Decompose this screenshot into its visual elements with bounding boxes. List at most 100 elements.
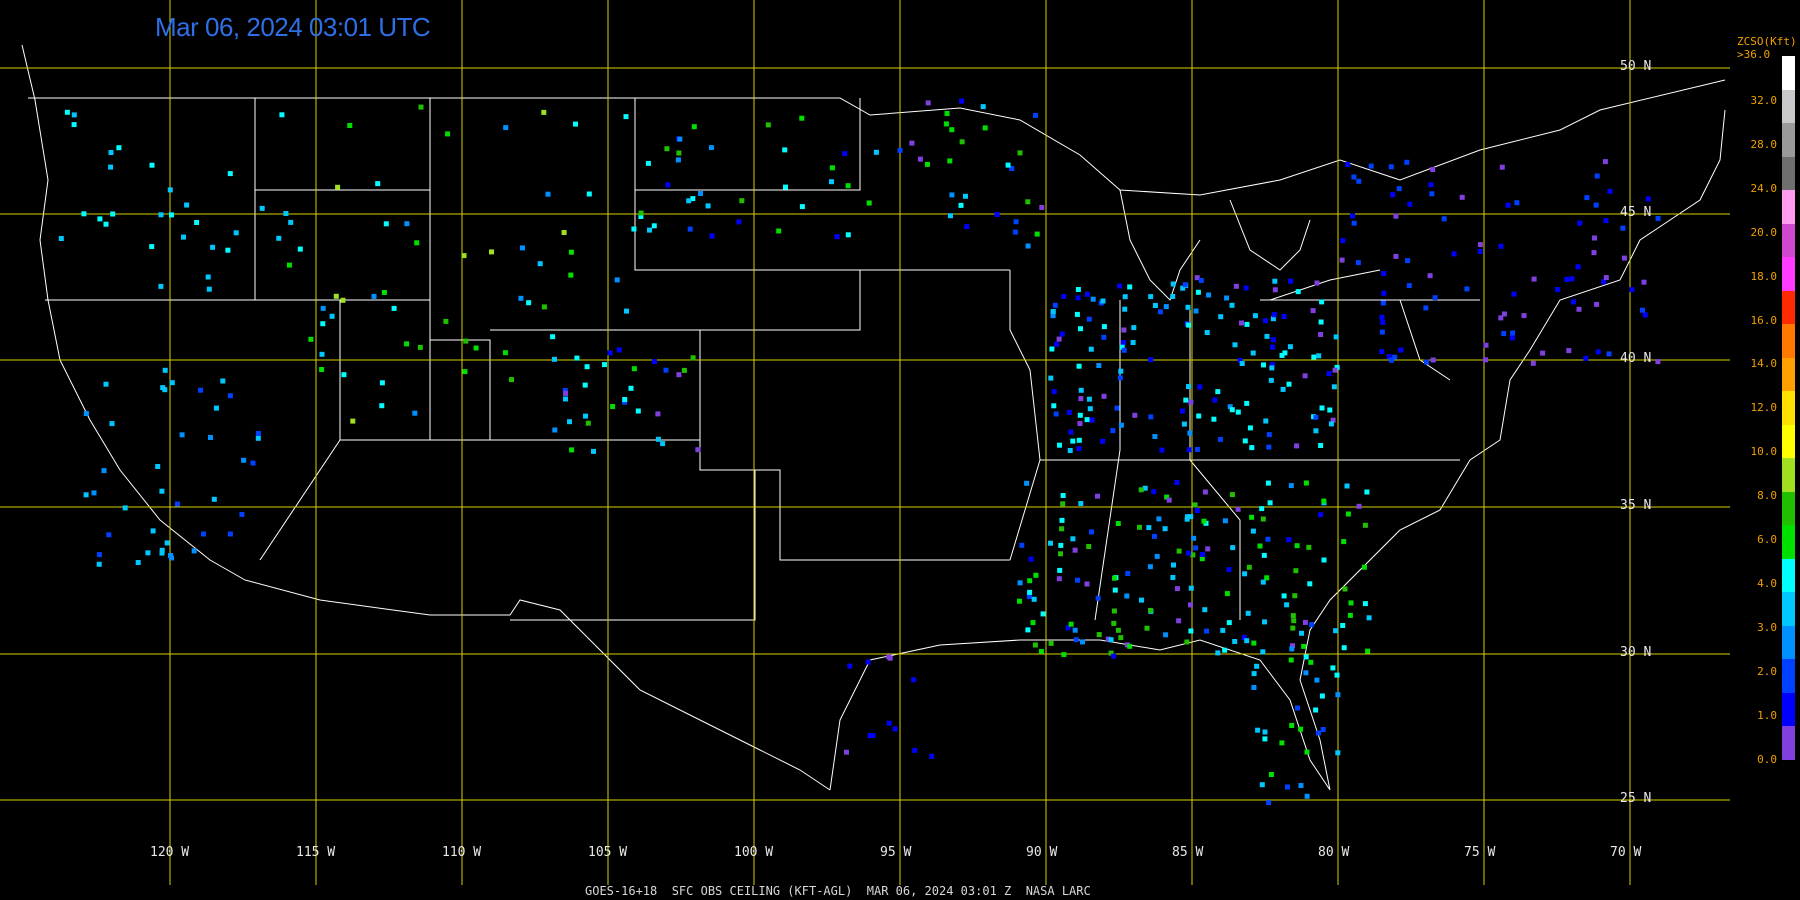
station-marker xyxy=(1117,283,1123,289)
station-marker xyxy=(1362,522,1368,528)
station-marker xyxy=(169,380,175,386)
station-marker xyxy=(1407,201,1413,207)
station-marker xyxy=(1505,202,1511,208)
station-observations xyxy=(58,98,1661,806)
station-marker xyxy=(1266,800,1272,806)
station-marker xyxy=(698,191,703,196)
station-marker xyxy=(1594,173,1600,179)
station-marker xyxy=(1051,403,1057,409)
station-marker xyxy=(1265,536,1271,542)
station-marker xyxy=(829,165,835,171)
lon-label: 100 W xyxy=(734,845,774,860)
station-marker xyxy=(584,364,590,370)
legend-swatch xyxy=(1782,525,1795,559)
station-marker xyxy=(1124,593,1130,599)
station-marker xyxy=(1194,508,1200,513)
station-marker xyxy=(1251,671,1257,677)
lon-label: 75 W xyxy=(1464,845,1496,860)
station-marker xyxy=(1291,618,1297,624)
station-marker xyxy=(1606,351,1612,357)
station-marker xyxy=(509,377,514,383)
station-marker xyxy=(1607,188,1613,194)
station-marker xyxy=(1086,544,1092,549)
station-marker xyxy=(569,447,575,453)
station-marker xyxy=(1076,437,1082,443)
station-marker xyxy=(1286,381,1292,387)
station-marker xyxy=(614,277,620,283)
station-marker xyxy=(776,228,782,234)
station-marker xyxy=(867,733,873,739)
station-marker xyxy=(799,115,805,121)
station-marker xyxy=(276,235,282,241)
station-marker xyxy=(1117,375,1123,381)
station-marker xyxy=(924,161,930,167)
station-marker xyxy=(676,372,682,378)
station-marker xyxy=(1230,545,1236,551)
station-marker xyxy=(959,98,965,104)
station-marker xyxy=(1174,586,1180,592)
station-marker xyxy=(83,492,89,498)
station-marker xyxy=(418,104,424,110)
station-marker xyxy=(1025,627,1031,633)
station-marker xyxy=(958,202,964,208)
station-marker xyxy=(1215,650,1221,656)
station-marker xyxy=(1057,442,1062,448)
station-marker xyxy=(520,245,525,251)
station-marker xyxy=(1339,257,1345,263)
station-marker xyxy=(210,244,216,250)
station-marker xyxy=(1110,428,1116,434)
station-marker xyxy=(912,747,918,753)
station-marker xyxy=(583,413,588,419)
station-marker xyxy=(1108,637,1114,643)
station-marker xyxy=(1576,306,1582,312)
station-marker xyxy=(631,366,637,372)
station-marker xyxy=(1131,325,1137,331)
station-marker xyxy=(1396,186,1402,192)
station-marker xyxy=(829,179,834,185)
station-marker xyxy=(586,191,592,197)
station-marker xyxy=(1112,587,1118,593)
station-marker xyxy=(308,336,314,342)
station-marker xyxy=(1301,643,1307,649)
station-marker xyxy=(350,418,356,424)
station-marker xyxy=(765,122,771,128)
station-marker xyxy=(1272,287,1278,293)
station-marker xyxy=(1051,389,1057,395)
station-marker xyxy=(1603,218,1609,224)
station-marker xyxy=(1388,164,1394,170)
legend-tick-label: 2.0 xyxy=(1757,664,1777,678)
station-marker xyxy=(297,246,303,252)
station-marker xyxy=(1059,517,1065,523)
station-marker xyxy=(1288,278,1294,284)
station-marker xyxy=(1393,253,1399,259)
station-marker xyxy=(1345,511,1351,517)
station-marker xyxy=(1340,623,1346,628)
legend-swatch xyxy=(1782,491,1795,526)
station-marker xyxy=(1319,405,1325,411)
station-marker xyxy=(1235,409,1241,415)
station-marker xyxy=(1038,648,1044,654)
station-marker xyxy=(1584,195,1590,201)
station-marker xyxy=(1226,567,1232,573)
station-marker xyxy=(1350,213,1355,219)
station-marker xyxy=(1249,445,1255,451)
station-marker xyxy=(1031,596,1037,602)
station-marker xyxy=(1243,285,1249,291)
station-marker xyxy=(1289,646,1295,652)
station-marker xyxy=(607,350,613,356)
station-marker xyxy=(1304,793,1310,799)
station-marker xyxy=(71,122,77,128)
station-marker xyxy=(1252,313,1258,319)
station-marker xyxy=(158,212,164,218)
station-marker xyxy=(943,121,949,127)
station-marker xyxy=(1148,414,1154,420)
station-marker xyxy=(1101,393,1107,399)
station-marker xyxy=(1390,192,1396,198)
station-marker xyxy=(64,109,70,115)
station-marker xyxy=(1331,384,1337,390)
station-marker xyxy=(404,341,410,347)
station-marker xyxy=(1224,295,1230,301)
station-marker xyxy=(1224,591,1230,597)
station-marker xyxy=(1056,576,1062,582)
station-marker xyxy=(1269,365,1275,371)
